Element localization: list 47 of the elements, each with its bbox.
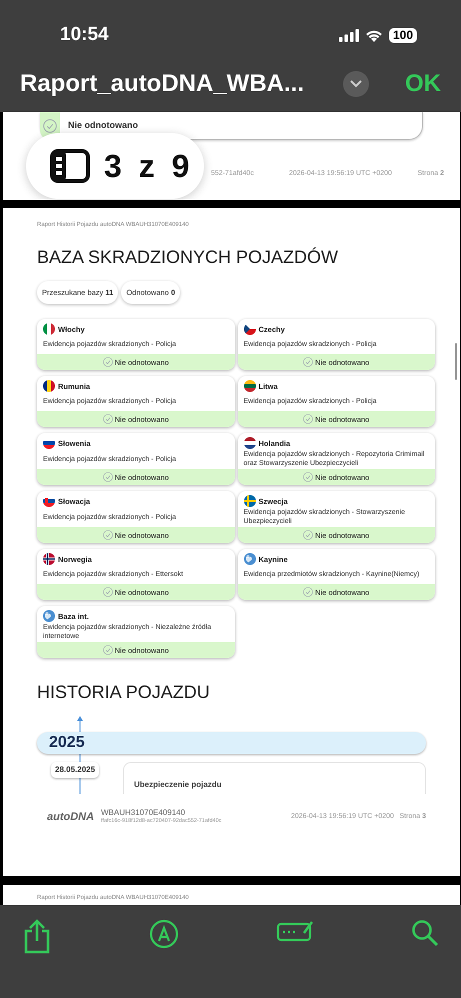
check-icon — [102, 472, 113, 482]
flag-icon — [43, 380, 55, 392]
globe-icon — [43, 610, 55, 622]
check-icon — [303, 587, 314, 598]
search-button[interactable] — [411, 919, 439, 947]
status-time: 10:54 — [60, 22, 109, 47]
flag-icon — [244, 437, 256, 450]
scroll-bar — [455, 343, 457, 380]
section-title: BAZA SKRADZIONYCH POJAZDÓW — [37, 247, 340, 267]
share-button[interactable] — [22, 919, 52, 955]
wifi-icon — [364, 28, 383, 42]
flag-icon — [244, 495, 256, 508]
check-icon — [303, 414, 314, 424]
section-title: HISTORIA POJAZDU — [37, 682, 211, 702]
date-label: 28.05.2025 — [51, 762, 100, 778]
vin-number: WBAUH31070E409140 — [101, 808, 186, 818]
event-title: Ubezpieczenie pojazdu — [134, 780, 222, 790]
flag-icon — [43, 553, 55, 566]
battery-indicator: 100 — [388, 28, 417, 42]
check-icon — [102, 530, 113, 540]
check-icon — [43, 118, 57, 132]
form-button[interactable] — [276, 919, 314, 943]
check-icon — [102, 645, 113, 656]
check-icon — [303, 357, 314, 368]
check-icon — [303, 472, 314, 482]
document-title: Raport_autoDNA_WBA... — [20, 69, 306, 99]
ok-button[interactable]: OK — [405, 66, 441, 102]
flag-icon — [43, 495, 55, 508]
globe-icon — [244, 553, 256, 566]
search-icon — [411, 919, 439, 947]
check-icon — [102, 587, 113, 598]
flag-icon — [43, 323, 55, 336]
logo: autoDNA — [47, 810, 96, 825]
flag-icon — [244, 323, 256, 336]
sidebar-icon — [50, 149, 90, 183]
chevron-down-icon — [350, 80, 362, 88]
check-icon — [102, 357, 113, 368]
year-label: 2025 — [49, 733, 85, 754]
page-count: 3 z 9 — [104, 147, 194, 186]
share-icon — [22, 919, 52, 955]
signal-icon — [338, 28, 359, 42]
dropdown-button[interactable] — [343, 71, 369, 97]
check-icon — [102, 414, 113, 424]
check-icon — [303, 530, 314, 540]
status-text: Nie odnotowano — [68, 118, 138, 132]
flag-icon — [244, 380, 256, 392]
text-field-icon — [276, 919, 314, 943]
